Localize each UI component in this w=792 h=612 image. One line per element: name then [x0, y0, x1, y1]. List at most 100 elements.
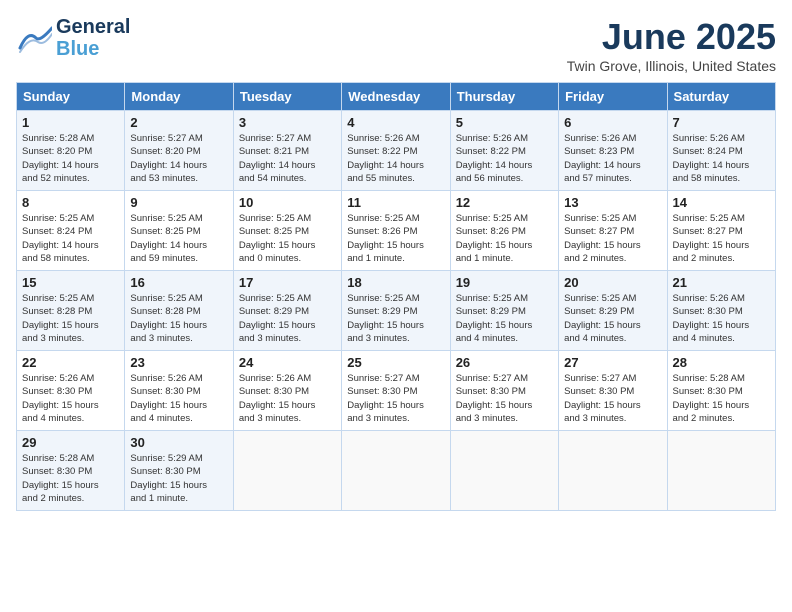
day-number: 1	[22, 115, 119, 130]
calendar-cell: 4 Sunrise: 5:26 AM Sunset: 8:22 PM Daylig…	[342, 111, 450, 191]
day-number: 16	[130, 275, 227, 290]
day-info: Sunrise: 5:25 AM Sunset: 8:25 PM Dayligh…	[130, 212, 227, 265]
day-number: 27	[564, 355, 661, 370]
calendar-cell: 30Sunrise: 5:29 AM Sunset: 8:30 PM Dayli…	[125, 431, 233, 511]
week-row-2: 8 Sunrise: 5:25 AM Sunset: 8:24 PM Daylig…	[17, 191, 776, 271]
day-info: Sunrise: 5:25 AM Sunset: 8:29 PM Dayligh…	[564, 292, 661, 345]
title-area: June 2025 Twin Grove, Illinois, United S…	[567, 16, 776, 74]
day-info: Sunrise: 5:25 AM Sunset: 8:27 PM Dayligh…	[564, 212, 661, 265]
calendar-cell: 10 Sunrise: 5:25 AM Sunset: 8:25 PM Dayli…	[233, 191, 341, 271]
day-info: Sunrise: 5:27 AM Sunset: 8:21 PM Dayligh…	[239, 132, 336, 185]
day-number: 21	[673, 275, 770, 290]
day-info: Sunrise: 5:26 AM Sunset: 8:30 PM Dayligh…	[673, 292, 770, 345]
day-number: 2	[130, 115, 227, 130]
day-info: Sunrise: 5:26 AM Sunset: 8:22 PM Dayligh…	[456, 132, 553, 185]
calendar-cell: 6 Sunrise: 5:26 AM Sunset: 8:23 PM Daylig…	[559, 111, 667, 191]
calendar-cell	[559, 431, 667, 511]
day-number: 18	[347, 275, 444, 290]
day-number: 7	[673, 115, 770, 130]
day-number: 9	[130, 195, 227, 210]
calendar-cell: 3 Sunrise: 5:27 AM Sunset: 8:21 PM Daylig…	[233, 111, 341, 191]
calendar-cell	[667, 431, 775, 511]
calendar-cell: 22Sunrise: 5:26 AM Sunset: 8:30 PM Dayli…	[17, 351, 125, 431]
day-info: Sunrise: 5:28 AM Sunset: 8:30 PM Dayligh…	[673, 372, 770, 425]
day-info: Sunrise: 5:26 AM Sunset: 8:23 PM Dayligh…	[564, 132, 661, 185]
calendar-cell: 5Sunrise: 5:26 AM Sunset: 8:22 PM Daylig…	[450, 111, 558, 191]
day-number: 4	[347, 115, 444, 130]
week-row-1: 1 Sunrise: 5:28 AM Sunset: 8:20 PM Daylig…	[17, 111, 776, 191]
day-info: Sunrise: 5:26 AM Sunset: 8:30 PM Dayligh…	[130, 372, 227, 425]
day-info: Sunrise: 5:25 AM Sunset: 8:27 PM Dayligh…	[673, 212, 770, 265]
day-number: 19	[456, 275, 553, 290]
logo: General Blue	[16, 16, 130, 60]
day-info: Sunrise: 5:27 AM Sunset: 8:30 PM Dayligh…	[347, 372, 444, 425]
calendar-cell: 19 Sunrise: 5:25 AM Sunset: 8:29 PM Dayli…	[450, 271, 558, 351]
day-number: 3	[239, 115, 336, 130]
day-number: 26	[456, 355, 553, 370]
logo-icon	[16, 20, 52, 56]
weekday-tuesday: Tuesday	[233, 83, 341, 111]
calendar-cell: 14 Sunrise: 5:25 AM Sunset: 8:27 PM Dayli…	[667, 191, 775, 271]
week-row-3: 15Sunrise: 5:25 AM Sunset: 8:28 PM Dayli…	[17, 271, 776, 351]
calendar-cell: 21 Sunrise: 5:26 AM Sunset: 8:30 PM Dayli…	[667, 271, 775, 351]
day-number: 24	[239, 355, 336, 370]
day-number: 10	[239, 195, 336, 210]
calendar-cell: 23 Sunrise: 5:26 AM Sunset: 8:30 PM Dayli…	[125, 351, 233, 431]
day-info: Sunrise: 5:25 AM Sunset: 8:24 PM Dayligh…	[22, 212, 119, 265]
calendar-cell: 1 Sunrise: 5:28 AM Sunset: 8:20 PM Daylig…	[17, 111, 125, 191]
calendar-cell: 7 Sunrise: 5:26 AM Sunset: 8:24 PM Daylig…	[667, 111, 775, 191]
week-row-4: 22 Sunrise: 5:26 AM Sunset: 8:30 PM Dayli…	[17, 351, 776, 431]
week-row-5: 29Sunrise: 5:28 AM Sunset: 8:30 PM Dayli…	[17, 431, 776, 511]
calendar-cell: 25 Sunrise: 5:27 AM Sunset: 8:30 PM Dayli…	[342, 351, 450, 431]
weekday-header-row: SundayMondayTuesdayWednesdayThursdayFrid…	[17, 83, 776, 111]
day-number: 20	[564, 275, 661, 290]
day-info: Sunrise: 5:25 AM Sunset: 8:28 PM Dayligh…	[130, 292, 227, 345]
calendar-cell	[450, 431, 558, 511]
calendar-cell: 26 Sunrise: 5:27 AM Sunset: 8:30 PM Dayli…	[450, 351, 558, 431]
day-info: Sunrise: 5:27 AM Sunset: 8:20 PM Dayligh…	[130, 132, 227, 185]
calendar-cell: 11Sunrise: 5:25 AM Sunset: 8:26 PM Dayli…	[342, 191, 450, 271]
calendar-cell: 18 Sunrise: 5:25 AM Sunset: 8:29 PM Dayli…	[342, 271, 450, 351]
calendar-table: SundayMondayTuesdayWednesdayThursdayFrid…	[16, 82, 776, 511]
day-number: 28	[673, 355, 770, 370]
calendar-cell: 29Sunrise: 5:28 AM Sunset: 8:30 PM Dayli…	[17, 431, 125, 511]
day-number: 11	[347, 195, 444, 210]
day-number: 8	[22, 195, 119, 210]
day-number: 25	[347, 355, 444, 370]
weekday-monday: Monday	[125, 83, 233, 111]
day-info: Sunrise: 5:26 AM Sunset: 8:22 PM Dayligh…	[347, 132, 444, 185]
day-info: Sunrise: 5:25 AM Sunset: 8:29 PM Dayligh…	[347, 292, 444, 345]
weekday-thursday: Thursday	[450, 83, 558, 111]
day-number: 30	[130, 435, 227, 450]
calendar-body: 1 Sunrise: 5:28 AM Sunset: 8:20 PM Daylig…	[17, 111, 776, 511]
day-number: 23	[130, 355, 227, 370]
calendar-cell: 2 Sunrise: 5:27 AM Sunset: 8:20 PM Daylig…	[125, 111, 233, 191]
calendar-cell: 12Sunrise: 5:25 AM Sunset: 8:26 PM Dayli…	[450, 191, 558, 271]
day-number: 14	[673, 195, 770, 210]
calendar-cell: 9 Sunrise: 5:25 AM Sunset: 8:25 PM Daylig…	[125, 191, 233, 271]
header: General Blue June 2025 Twin Grove, Illin…	[16, 16, 776, 74]
calendar-cell: 8 Sunrise: 5:25 AM Sunset: 8:24 PM Daylig…	[17, 191, 125, 271]
calendar-cell: 27 Sunrise: 5:27 AM Sunset: 8:30 PM Dayli…	[559, 351, 667, 431]
calendar-cell: 16 Sunrise: 5:25 AM Sunset: 8:28 PM Dayli…	[125, 271, 233, 351]
logo-line2: Blue	[56, 38, 130, 60]
day-info: Sunrise: 5:25 AM Sunset: 8:29 PM Dayligh…	[456, 292, 553, 345]
weekday-friday: Friday	[559, 83, 667, 111]
day-info: Sunrise: 5:27 AM Sunset: 8:30 PM Dayligh…	[456, 372, 553, 425]
calendar-cell: 28 Sunrise: 5:28 AM Sunset: 8:30 PM Dayli…	[667, 351, 775, 431]
calendar-cell: 24 Sunrise: 5:26 AM Sunset: 8:30 PM Dayli…	[233, 351, 341, 431]
day-info: Sunrise: 5:28 AM Sunset: 8:20 PM Dayligh…	[22, 132, 119, 185]
day-number: 6	[564, 115, 661, 130]
calendar-cell: 13Sunrise: 5:25 AM Sunset: 8:27 PM Dayli…	[559, 191, 667, 271]
weekday-wednesday: Wednesday	[342, 83, 450, 111]
day-info: Sunrise: 5:25 AM Sunset: 8:25 PM Dayligh…	[239, 212, 336, 265]
calendar-subtitle: Twin Grove, Illinois, United States	[567, 58, 776, 74]
day-number: 22	[22, 355, 119, 370]
day-number: 29	[22, 435, 119, 450]
calendar-cell	[233, 431, 341, 511]
day-info: Sunrise: 5:26 AM Sunset: 8:24 PM Dayligh…	[673, 132, 770, 185]
day-info: Sunrise: 5:27 AM Sunset: 8:30 PM Dayligh…	[564, 372, 661, 425]
day-info: Sunrise: 5:25 AM Sunset: 8:29 PM Dayligh…	[239, 292, 336, 345]
day-info: Sunrise: 5:26 AM Sunset: 8:30 PM Dayligh…	[239, 372, 336, 425]
day-number: 12	[456, 195, 553, 210]
